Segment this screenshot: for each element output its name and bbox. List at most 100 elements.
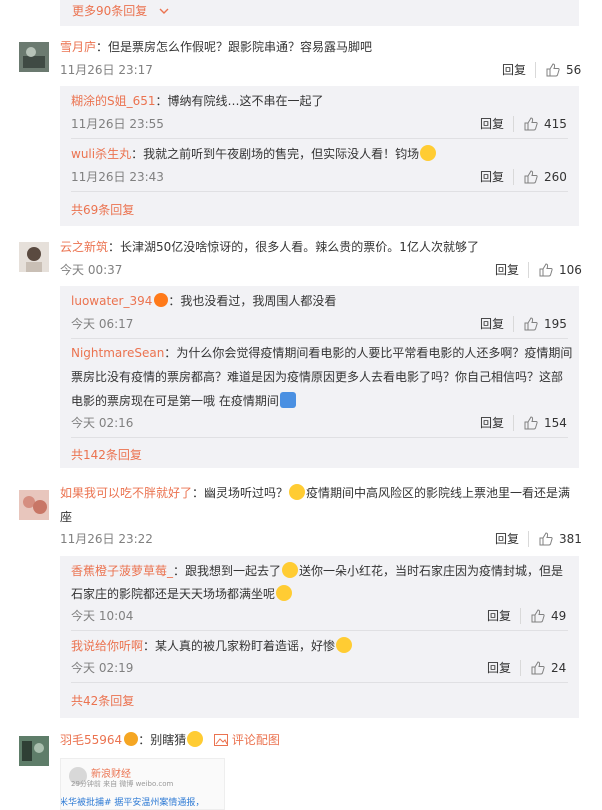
like-count: 381 — [559, 532, 582, 546]
divider — [528, 531, 529, 547]
divider — [528, 262, 529, 278]
comment-text: 雪月庐：但是票房怎么作假呢？跟影院串通？容易露马脚吧 — [60, 40, 373, 54]
comment-image-link[interactable]: 评论配图 — [232, 733, 280, 747]
reply-button[interactable]: 回复 — [495, 262, 519, 278]
thumbs-up-icon — [531, 609, 545, 623]
emoji-icon — [279, 392, 296, 408]
chevron-down-icon — [159, 3, 169, 19]
like-button[interactable]: 106 — [539, 262, 582, 278]
thumbs-up-icon — [524, 317, 538, 331]
reply-button[interactable]: 回复 — [480, 116, 504, 132]
divider — [71, 191, 568, 192]
comment-text-continued: 座 — [60, 510, 73, 524]
reply-list: 糊涂的S姐_651：博纳有院线…这不串在一起了 11月26日 23:55 回复 … — [60, 86, 579, 226]
reply-button[interactable]: 回复 — [502, 62, 526, 78]
comment-username[interactable]: 云之新筑 — [60, 240, 108, 254]
thumbs-up-icon — [531, 661, 545, 675]
reply-username[interactable]: wuli杀生丸 — [71, 147, 131, 161]
reply-button[interactable]: 回复 — [487, 660, 511, 676]
divider — [513, 316, 514, 332]
emoji-icon — [282, 562, 299, 578]
badge-icon — [154, 293, 169, 307]
like-count: 56 — [566, 63, 582, 77]
divider — [71, 437, 568, 438]
divider — [71, 682, 568, 683]
more-replies-link[interactable]: 更多90条回复 — [72, 3, 169, 19]
avatar[interactable] — [19, 736, 49, 766]
comment-text: 云之新筑：长津湖50亿没啥惊讶的，很多人看。辣么贵的票价。1亿人次就够了 — [60, 240, 479, 254]
reply-button[interactable]: 回复 — [480, 169, 504, 185]
divider — [71, 630, 568, 631]
avatar[interactable] — [19, 242, 49, 272]
reply-button[interactable]: 回复 — [487, 608, 511, 624]
emoji-icon — [276, 585, 293, 601]
comment-timestamp: 11月26日 23:17 — [60, 63, 153, 77]
emoji-icon — [187, 731, 204, 747]
like-count: 49 — [551, 609, 567, 623]
like-button[interactable]: 49 — [531, 608, 566, 624]
comment-username[interactable]: 雪月庐 — [60, 40, 96, 54]
thumbs-up-icon — [524, 117, 538, 131]
like-button[interactable]: 195 — [524, 316, 567, 332]
like-count: 195 — [544, 317, 567, 331]
thumbs-up-icon — [546, 63, 560, 77]
comment-timestamp: 今天 00:37 — [60, 263, 123, 277]
reply-text-continued: 电影的票房现在可是第一哦 在疫情期间 — [71, 392, 297, 410]
reply-username[interactable]: luowater_394 — [71, 294, 152, 308]
reply-text: 我说给你听啊：某人真的被几家粉盯着造谣，好惨 — [71, 637, 353, 655]
divider — [513, 169, 514, 185]
reply-timestamp: 11月26日 23:55 — [71, 117, 164, 131]
more-replies-link[interactable]: 共69条回复 — [71, 202, 134, 218]
avatar[interactable] — [19, 42, 49, 72]
more-replies-link[interactable]: 共142条回复 — [71, 447, 142, 463]
like-count: 106 — [559, 263, 582, 277]
reply-username[interactable]: 我说给你听啊 — [71, 639, 143, 653]
preview-snippet: 米华被批捕# 据平安温州案情通报， — [60, 798, 205, 808]
image-icon — [214, 733, 229, 751]
reply-username[interactable]: 糊涂的S姐_651 — [71, 94, 156, 108]
reply-button[interactable]: 回复 — [495, 531, 519, 547]
reply-username[interactable]: NightmareSean — [71, 346, 164, 360]
more-replies-link[interactable]: 共42条回复 — [71, 693, 134, 709]
reply-text: NightmareSean：为什么你会觉得疫情期间看电影的人要比平常看电影的人还… — [71, 346, 573, 360]
reply-text-continued: 票房比没有疫情的票房都高？难道是因为疫情原因更多人去看电影了吗？你自己相信吗？这… — [71, 370, 564, 384]
emoji-icon — [420, 145, 437, 161]
avatar[interactable] — [19, 490, 49, 520]
thumbs-up-icon — [524, 416, 538, 430]
emoji-icon — [336, 637, 353, 653]
reply-timestamp: 今天 10:04 — [71, 609, 134, 623]
preview-username: 新浪财经 — [91, 769, 131, 780]
reply-timestamp: 今天 02:16 — [71, 416, 134, 430]
reply-text: luowater_394 ：我也没看过，我周围人都没看 — [71, 293, 337, 308]
comment-username[interactable]: 羽毛55964 — [60, 733, 122, 747]
reply-timestamp: 11月26日 23:43 — [71, 170, 164, 184]
like-button[interactable]: 260 — [524, 169, 567, 185]
emoji-icon — [289, 484, 306, 500]
divider — [513, 116, 514, 132]
comment-username[interactable]: 如果我可以吃不胖就好了 — [60, 486, 192, 500]
badge-icon — [124, 732, 139, 746]
reply-list: luowater_394 ：我也没看过，我周围人都没看 今天 06:17 回复 1… — [60, 286, 579, 468]
like-count: 24 — [551, 661, 567, 675]
comment-text: 如果我可以吃不胖就好了：幽灵场听过吗？ 疫情期间中高风险区的影院线上票池里一看还是… — [60, 484, 571, 500]
like-button[interactable]: 56 — [546, 62, 581, 78]
like-count: 260 — [544, 170, 567, 184]
reply-text: 糊涂的S姐_651：博纳有院线…这不串在一起了 — [71, 94, 324, 108]
like-count: 154 — [544, 416, 567, 430]
reply-button[interactable]: 回复 — [480, 316, 504, 332]
reply-timestamp: 今天 02:19 — [71, 661, 134, 675]
top-more-block: 更多90条回复 — [60, 0, 579, 26]
like-button[interactable]: 381 — [539, 531, 582, 547]
comment-image-preview[interactable]: 新浪财经 29分钟前 来自 微博 weibo.com 米华被批捕# 据平安温州案… — [60, 758, 225, 810]
like-button[interactable]: 415 — [524, 116, 567, 132]
reply-username[interactable]: 香蕉橙子菠萝草莓_ — [71, 564, 173, 578]
like-button[interactable]: 154 — [524, 415, 567, 431]
reply-button[interactable]: 回复 — [480, 415, 504, 431]
like-button[interactable]: 24 — [531, 660, 566, 676]
divider — [71, 138, 568, 139]
reply-list: 香蕉橙子菠萝草莓_：跟我想到一起去了 送你一朵小红花，当时石家庄因为疫情封城，但是… — [60, 556, 579, 718]
divider — [535, 62, 536, 78]
comment-timestamp: 11月26日 23:22 — [60, 532, 153, 546]
reply-timestamp: 今天 06:17 — [71, 317, 134, 331]
reply-text: wuli杀生丸：我就之前听到午夜剧场的售完，但实际没人看！钧场 — [71, 145, 437, 163]
